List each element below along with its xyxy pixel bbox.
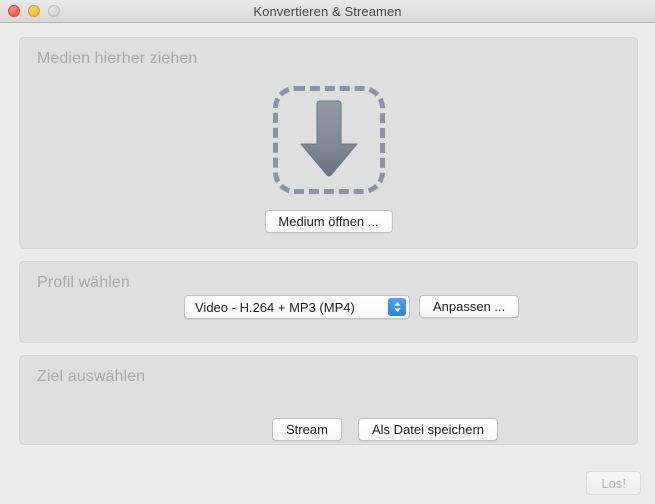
zoom-button: [48, 5, 60, 17]
destination-panel: Ziel auswählen Stream Als Datei speicher…: [19, 355, 638, 445]
window-title: Konvertieren & Streamen: [253, 3, 402, 19]
save-as-file-button[interactable]: Als Datei speichern: [358, 418, 498, 441]
title-bar: Konvertieren & Streamen: [0, 0, 655, 23]
media-drop-panel: Medien hierher ziehen Medium öffnen ...: [19, 37, 638, 249]
profile-panel: Profil wählen Video - H.264 + MP3 (MP4) …: [19, 261, 638, 343]
down-arrow-icon: [278, 91, 380, 189]
go-button: Los!: [586, 471, 641, 495]
profile-panel-title: Profil wählen: [37, 274, 130, 291]
minimize-button[interactable]: [28, 5, 40, 17]
up-down-chevron-icon[interactable]: [388, 298, 406, 316]
media-dropzone[interactable]: [272, 86, 385, 194]
open-media-button[interactable]: Medium öffnen ...: [264, 210, 393, 233]
convert-stream-window: Konvertieren & Streamen Medien hierher z…: [0, 0, 655, 504]
stream-button[interactable]: Stream: [272, 418, 342, 441]
media-drop-panel-title: Medien hierher ziehen: [37, 50, 198, 67]
profile-select[interactable]: Video - H.264 + MP3 (MP4): [184, 295, 410, 319]
customize-profile-button[interactable]: Anpassen ...: [419, 295, 520, 318]
dialog-content: Medien hierher ziehen Medium öffnen ... …: [0, 23, 655, 504]
window-controls: [8, 0, 60, 22]
close-button[interactable]: [8, 5, 20, 17]
destination-panel-title: Ziel auswählen: [37, 368, 146, 385]
profile-select-value: Video - H.264 + MP3 (MP4): [195, 299, 355, 315]
